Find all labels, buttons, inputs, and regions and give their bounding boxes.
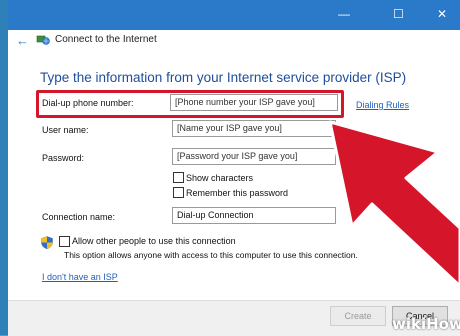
annotation-arrow-icon [328, 120, 460, 288]
wikihow-watermark: wikiHow [392, 315, 460, 333]
